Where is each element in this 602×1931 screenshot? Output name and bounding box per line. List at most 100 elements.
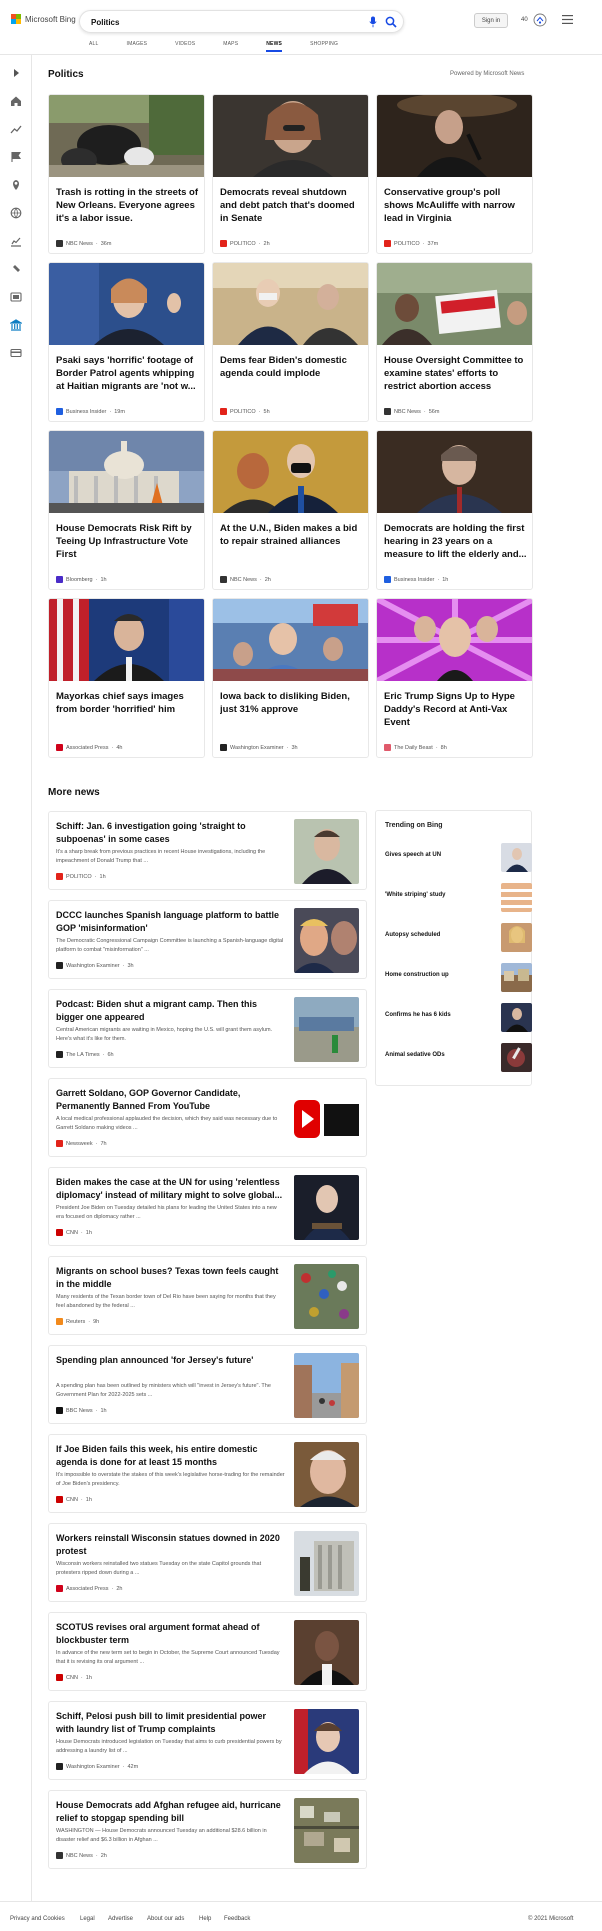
card-thumbnail xyxy=(49,599,204,681)
news-card[interactable]: Iowa back to disliking Biden, just 31% a… xyxy=(212,598,369,758)
card-title: Iowa back to disliking Biden, just 31% a… xyxy=(220,691,350,715)
entertainment-icon[interactable] xyxy=(10,291,22,303)
globe-icon[interactable] xyxy=(10,207,22,219)
trending-item[interactable]: 'White striping' study xyxy=(385,883,532,913)
news-card[interactable]: Mayorkas chief says images from border '… xyxy=(48,598,205,758)
microphone-icon[interactable] xyxy=(369,16,377,28)
card-thumbnail xyxy=(49,95,204,177)
news-list-item[interactable]: Spending plan announced 'for Jersey's fu… xyxy=(48,1345,367,1424)
trending-item[interactable]: Gives speech at UN xyxy=(385,843,532,873)
news-item-meta: Associated Press · 2h xyxy=(56,1585,122,1592)
more-news-title: More news xyxy=(48,787,100,798)
tab-news[interactable]: NEWS xyxy=(266,41,282,52)
news-item-source: Reuters xyxy=(66,1318,86,1325)
tab-images[interactable]: IMAGES xyxy=(127,41,148,47)
news-list-item[interactable]: Biden makes the case at the UN for using… xyxy=(48,1167,367,1246)
news-item-snippet: The Democratic Congressional Campaign Co… xyxy=(56,938,284,953)
washington-examiner-logo-icon xyxy=(56,1763,63,1770)
trending-title: Trending on Bing xyxy=(385,822,443,829)
footer-link-feedback[interactable]: Feedback xyxy=(224,1916,250,1922)
chevron-right-icon[interactable] xyxy=(10,67,22,79)
trending-item[interactable]: Confirms he has 6 kids xyxy=(385,1003,532,1033)
news-item-meta: Reuters · 9h xyxy=(56,1318,99,1325)
politics-icon[interactable] xyxy=(10,319,22,331)
news-item-time: 2h xyxy=(116,1585,123,1592)
news-card[interactable]: Eric Trump Signs Up to Hype Daddy's Reco… xyxy=(376,598,533,758)
news-card[interactable]: Psaki says 'horrific' footage of Border … xyxy=(48,262,205,422)
business-insider-logo-icon xyxy=(56,408,63,415)
news-list-item[interactable]: Podcast: Biden shut a migrant camp. Then… xyxy=(48,989,367,1068)
news-card[interactable]: Trash is rotting in the streets of New O… xyxy=(48,94,205,254)
news-item-source: CNN xyxy=(66,1674,78,1681)
news-list-item[interactable]: House Democrats add Afghan refugee aid, … xyxy=(48,1790,367,1869)
associated-press-logo-icon xyxy=(56,744,63,751)
flag-icon[interactable] xyxy=(10,151,22,163)
news-card[interactable]: Conservative group's poll shows McAuliff… xyxy=(376,94,533,254)
trending-item[interactable]: Animal sedative ODs xyxy=(385,1043,532,1073)
trending-item[interactable]: Home construction up xyxy=(385,963,532,993)
news-card[interactable]: Democrats are holding the first hearing … xyxy=(376,430,533,590)
search-box[interactable] xyxy=(79,10,404,33)
news-item-source: Washington Examiner xyxy=(66,962,120,969)
trending-item-label: 'White striping' study xyxy=(385,892,446,898)
tab-shopping[interactable]: SHOPPING xyxy=(310,41,338,47)
sports-icon[interactable] xyxy=(10,263,22,275)
news-card[interactable]: House Democrats Risk Rift by Teeing Up I… xyxy=(48,430,205,590)
news-item-title: Garrett Soldano, GOP Governor Candidate,… xyxy=(56,1088,241,1111)
news-item-meta: Washington Examiner · 3h xyxy=(56,962,134,969)
news-list-item[interactable]: Workers reinstall Wisconsin statues down… xyxy=(48,1523,367,1602)
card-time: 2h xyxy=(264,576,271,583)
trending-thumbnail xyxy=(501,1003,532,1032)
technology-icon[interactable] xyxy=(10,347,22,359)
news-item-source: CNN xyxy=(66,1496,78,1503)
search-icon[interactable] xyxy=(385,16,397,28)
politico-logo-icon xyxy=(220,240,227,247)
news-list-item[interactable]: Schiff: Jan. 6 investigation going 'stra… xyxy=(48,811,367,890)
news-card[interactable]: Dems fear Biden's domestic agenda could … xyxy=(212,262,369,422)
card-meta: NBC News · 36m xyxy=(56,240,111,247)
news-item-thumbnail xyxy=(294,1264,359,1329)
news-list-item[interactable]: DCCC launches Spanish language platform … xyxy=(48,900,367,979)
politico-logo-icon xyxy=(384,240,391,247)
tab-all[interactable]: ALL xyxy=(89,41,99,47)
tab-maps[interactable]: MAPS xyxy=(223,41,238,47)
footer-link-legal[interactable]: Legal xyxy=(80,1916,95,1922)
news-list-item[interactable]: Schiff, Pelosi push bill to limit presid… xyxy=(48,1701,367,1780)
card-source: NBC News xyxy=(394,408,421,415)
tab-videos[interactable]: VIDEOS xyxy=(175,41,195,47)
politico-logo-icon xyxy=(56,873,63,880)
location-icon[interactable] xyxy=(10,179,22,191)
news-item-source: CNN xyxy=(66,1229,78,1236)
news-item-snippet: In advance of the new term set to begin … xyxy=(56,1650,280,1665)
news-list-item[interactable]: Migrants on school buses? Texas town fee… xyxy=(48,1256,367,1335)
home-icon[interactable] xyxy=(10,95,22,107)
rewards-icon[interactable] xyxy=(533,13,547,27)
footer-link-advertise[interactable]: Advertise xyxy=(108,1916,133,1922)
powered-by-label: Powered by Microsoft News xyxy=(450,71,525,77)
finance-icon[interactable] xyxy=(10,235,22,247)
news-list-item[interactable]: SCOTUS revises oral argument format ahea… xyxy=(48,1612,367,1691)
sign-in-button[interactable]: Sign in xyxy=(474,13,508,28)
news-list-item[interactable]: If Joe Biden fails this week, his entire… xyxy=(48,1434,367,1513)
card-time: 19m xyxy=(114,408,125,415)
news-item-thumbnail xyxy=(294,819,359,884)
trending-item-label: Confirms he has 6 kids xyxy=(385,1012,451,1018)
trending-icon[interactable] xyxy=(10,123,22,135)
footer-link-privacy[interactable]: Privacy and Cookies xyxy=(10,1916,65,1922)
washington-examiner-logo-icon xyxy=(56,962,63,969)
footer-link-about-ads[interactable]: About our ads xyxy=(147,1916,184,1922)
news-item-source: BBC News xyxy=(66,1407,93,1414)
bing-logo[interactable]: Microsoft Bing xyxy=(11,14,76,24)
card-meta: Business Insider · 1h xyxy=(384,576,448,583)
news-item-thumbnail xyxy=(294,1620,359,1685)
news-card[interactable]: Democrats reveal shutdown and debt patch… xyxy=(212,94,369,254)
card-source: Associated Press xyxy=(66,744,109,751)
news-card[interactable]: At the U.N., Biden makes a bid to repair… xyxy=(212,430,369,590)
news-card[interactable]: House Oversight Committee to examine sta… xyxy=(376,262,533,422)
search-input[interactable] xyxy=(91,15,341,29)
hamburger-menu-icon[interactable] xyxy=(562,15,573,24)
news-item-time: 42m xyxy=(127,1763,139,1770)
trending-item[interactable]: Autopsy scheduled xyxy=(385,923,532,953)
news-list-item[interactable]: Garrett Soldano, GOP Governor Candidate,… xyxy=(48,1078,367,1157)
footer-link-help[interactable]: Help xyxy=(199,1916,211,1922)
